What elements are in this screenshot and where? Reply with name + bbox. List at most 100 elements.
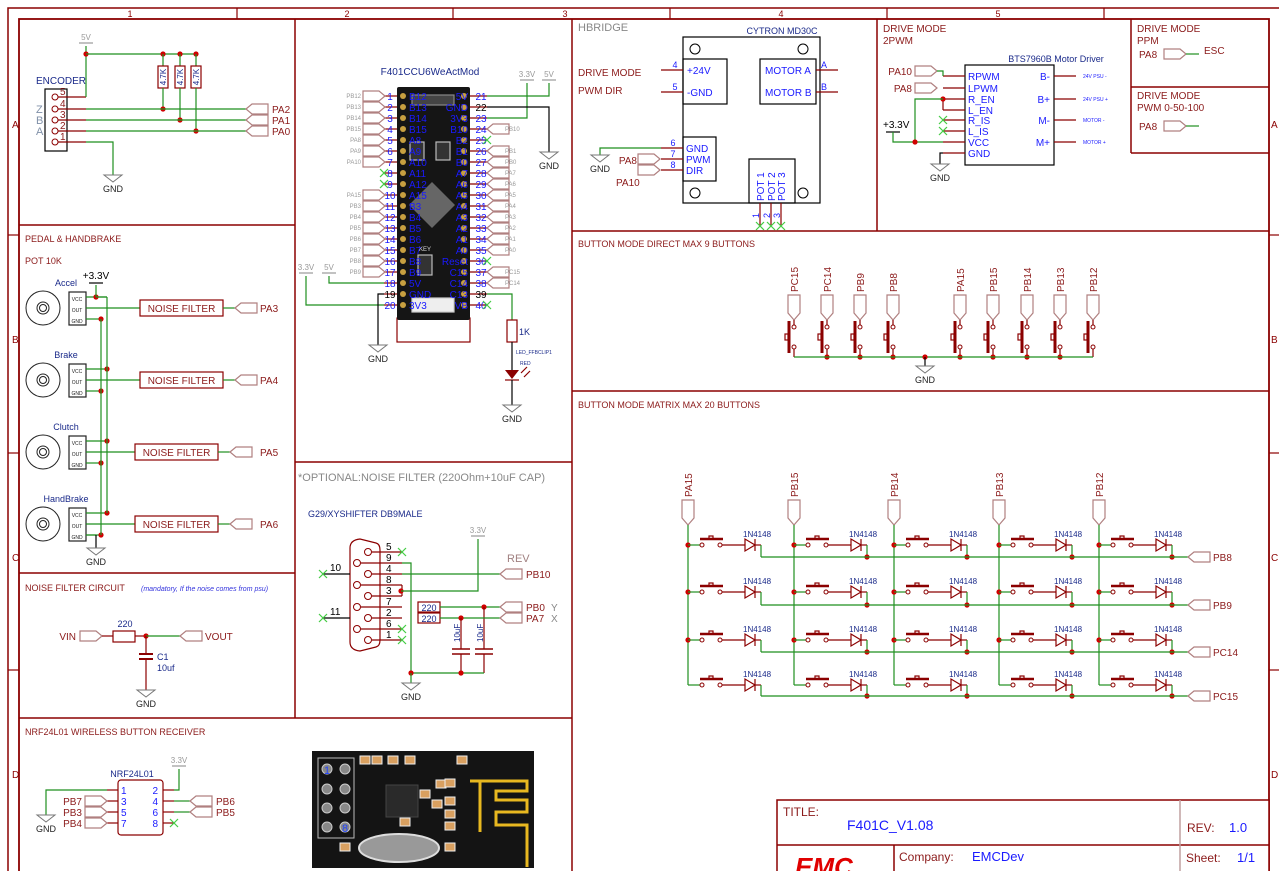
row-label: A — [12, 120, 19, 131]
pin-number: 4 — [672, 60, 677, 70]
junction-dot — [912, 139, 918, 145]
diode-icon — [744, 677, 757, 693]
section-title: DRIVE MODE — [1137, 91, 1201, 102]
switch-contact — [1024, 324, 1030, 330]
net-flag — [189, 806, 213, 818]
smd-component — [444, 778, 456, 788]
switch-contact — [1128, 542, 1134, 548]
db9-pin — [353, 603, 361, 611]
pin-name: B5 — [409, 224, 422, 235]
button-net-label: PB15 — [989, 267, 1000, 292]
pot-pin-label: OUT — [72, 308, 83, 314]
diode-label: 1N4148 — [949, 670, 978, 679]
pushbutton-actuator — [814, 675, 820, 680]
switch-contact — [717, 682, 723, 688]
supply-label: 5V — [81, 33, 91, 42]
column-net-label: PB14 — [890, 472, 901, 497]
pin-name: A8 — [409, 136, 422, 147]
junction-dot — [458, 670, 464, 676]
diode-label: 1N4148 — [949, 577, 978, 586]
pin-number: 4 — [152, 797, 158, 808]
pin-number: 19 — [384, 290, 396, 301]
net-flag — [1187, 599, 1211, 611]
net-label: PA8 — [894, 84, 913, 95]
inner-frame — [18, 18, 1270, 871]
column-net-label: PB13 — [995, 472, 1006, 497]
section-subtitle: PWM 0-50-100 — [1137, 103, 1205, 114]
switch-contact — [905, 637, 911, 643]
button-net-label: PC15 — [790, 267, 801, 292]
ground-label: GND — [930, 173, 951, 183]
noise-filter-label: NOISE FILTER — [148, 304, 216, 315]
switch-contact — [857, 344, 863, 350]
section-title: DRIVE MODE — [883, 24, 947, 35]
pin-number: 10 — [384, 191, 396, 202]
resistor-value: 1K — [519, 327, 530, 337]
pin-name: GND — [686, 144, 708, 155]
pushbutton-actuator — [784, 333, 789, 341]
diode-icon — [744, 584, 757, 600]
capacitor-value: 10uF — [476, 624, 485, 642]
switch-contact — [1057, 344, 1063, 350]
pin-name: MOTOR A — [765, 66, 811, 77]
smd-component — [339, 842, 351, 852]
net-label: PB5 — [350, 226, 362, 232]
pushbutton-actuator — [1119, 582, 1125, 587]
ground-label: GND — [915, 375, 936, 385]
ground-symbol — [102, 174, 124, 183]
net-label: PA9 — [350, 149, 362, 155]
pin-number: 1 — [386, 630, 392, 641]
led-resistor — [506, 319, 518, 343]
pin-number: 32 — [475, 213, 487, 224]
net-label: PA2 — [272, 105, 291, 116]
pin-name: 5V — [409, 279, 422, 290]
net-label: PB1 — [505, 149, 517, 155]
encoder-pin — [51, 116, 59, 124]
pin-number: 1 — [387, 92, 393, 103]
net-flag — [362, 123, 386, 135]
switch-contact — [905, 589, 911, 595]
column-label: 4 — [778, 9, 783, 19]
led-color-label: RED — [520, 361, 531, 367]
section-title: BUTTON MODE MATRIX MAX 20 BUTTONS — [578, 400, 760, 410]
header-pin — [400, 115, 406, 121]
net-flag — [1187, 551, 1211, 563]
smd-component — [456, 755, 468, 765]
ground-symbol — [501, 404, 523, 413]
pin-number: 12 — [384, 213, 396, 224]
pin-name: -GND — [687, 88, 713, 99]
noise-filter-label: NOISE FILTER — [143, 448, 211, 459]
net-flag-pa0 — [245, 125, 269, 137]
smd-component — [444, 809, 456, 819]
button-net-label: PB14 — [1023, 267, 1034, 292]
sheet-label: Sheet: — [1186, 851, 1221, 865]
column-net-label: PB15 — [790, 472, 801, 497]
net-flag — [637, 164, 661, 176]
switch-contact — [1028, 637, 1034, 643]
pin-number: 4 — [387, 125, 393, 136]
section-subtitle: PPM — [1137, 36, 1159, 47]
pin-number: 27 — [475, 158, 487, 169]
pushbutton-actuator — [1019, 535, 1025, 540]
net-label: PA1 — [505, 237, 517, 243]
header-pin — [400, 170, 406, 176]
pushbutton-actuator — [1050, 333, 1055, 341]
supply-label: 3.3V — [470, 526, 487, 535]
net-flag — [886, 294, 900, 321]
ground-symbol — [85, 547, 107, 556]
ground-label: GND — [36, 824, 57, 834]
pushbutton-actuator — [883, 333, 888, 341]
net-label: PB6 — [216, 797, 235, 808]
pin-number: 2 — [387, 103, 393, 114]
switch-contact — [699, 542, 705, 548]
diode-label: 1N4148 — [1154, 625, 1183, 634]
pin-number: 7 — [121, 819, 127, 830]
pushbutton-actuator — [983, 333, 988, 341]
switch-contact — [1057, 324, 1063, 330]
ground-label: GND — [368, 354, 389, 364]
switch-contact — [1110, 637, 1116, 643]
pin-name: B1 — [456, 147, 469, 158]
net-flag — [1020, 294, 1034, 321]
pin-name: A2 — [456, 224, 469, 235]
diode-label: 1N4148 — [1154, 530, 1183, 539]
